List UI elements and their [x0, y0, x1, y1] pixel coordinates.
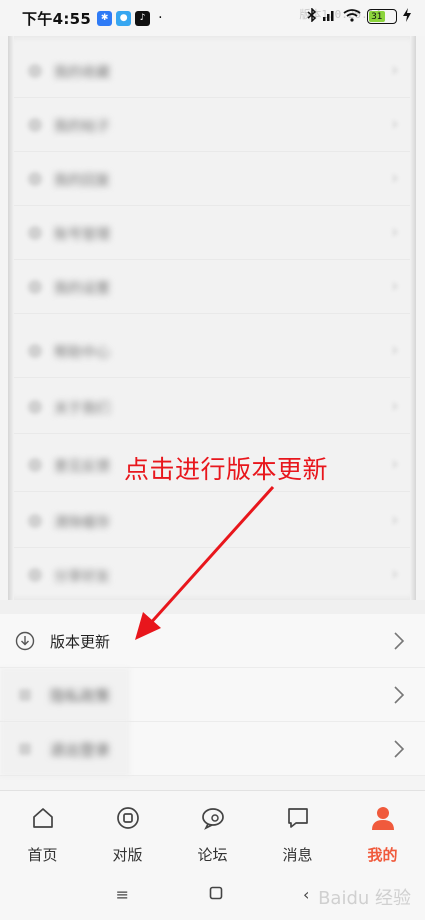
blurred-menu-item[interactable]: 我的帖子 ›	[14, 98, 410, 152]
shield-icon	[15, 685, 35, 705]
blurred-menu-item[interactable]: 关于我们 ›	[14, 380, 410, 434]
chevron-right-icon: ›	[391, 114, 398, 133]
version-update-row[interactable]: 版本更新	[0, 614, 425, 668]
tab-forum[interactable]: 论坛	[170, 791, 255, 868]
status-right: 31	[307, 7, 411, 25]
panel-edge-right	[410, 36, 416, 600]
tab-forum-label: 论坛	[197, 846, 228, 864]
blurred-item-icon	[28, 344, 42, 358]
blurred-item-icon	[28, 172, 42, 186]
signal-icon	[323, 9, 337, 24]
bluetooth-icon	[307, 7, 317, 25]
blurred-menu-panel: 我的收藏 › 我的帖子 › 我的回复 › 账号管理 › 我的设置 › 帮助中心 …	[8, 36, 416, 600]
blurred-item-icon	[28, 458, 42, 472]
status-time: 下午4:55	[22, 9, 92, 28]
blurred-menu-item[interactable]: 分享好友 ›	[14, 548, 410, 602]
blurred-menu-item[interactable]: 清除缓存 ›	[14, 494, 410, 548]
tab-mine[interactable]: 我的	[340, 791, 425, 868]
tab-home-label: 首页	[27, 846, 58, 864]
chevron-right-icon: ›	[391, 168, 398, 187]
circle-square-icon	[115, 805, 141, 835]
blurred-item-icon	[28, 400, 42, 414]
blurred-item-icon	[28, 118, 42, 132]
status-bar: 下午4:55 ✱ ● ♪ · 版本1.0.20.14 31	[0, 0, 425, 36]
chevron-right-icon: ›	[391, 564, 398, 583]
chevron-right-icon: ›	[391, 222, 398, 241]
tab-messages-label: 消息	[282, 846, 313, 864]
bottom-tab-bar: 首页 对版 论坛 消息 我的	[0, 790, 425, 868]
message-icon	[285, 805, 311, 835]
blurred-item-label: 关于我们	[54, 401, 110, 417]
download-circle-icon	[15, 631, 35, 651]
version-update-label: 版本更新	[50, 633, 111, 651]
blurred-item-label: 我的回复	[54, 173, 110, 189]
blurred-item-icon	[28, 514, 42, 528]
blurred-item-label: 账号管理	[54, 227, 110, 243]
blurred-item-icon	[28, 226, 42, 240]
blurred-menu-item[interactable]: 账号管理 ›	[14, 206, 410, 260]
chevron-right-icon: ›	[391, 454, 398, 473]
tab-mine-label: 我的	[367, 846, 398, 864]
tab-duiban-label: 对版	[112, 846, 143, 864]
blurred-item-label: 我的帖子	[54, 119, 110, 135]
tab-duiban[interactable]: 对版	[85, 791, 170, 868]
home-button-icon[interactable]	[209, 885, 223, 904]
chevron-right-icon	[393, 740, 405, 758]
chevron-right-icon: ›	[391, 510, 398, 529]
blurred-item-icon	[28, 280, 42, 294]
chevron-right-icon	[393, 632, 405, 650]
blurred-menu-item[interactable]: 我的回复 ›	[14, 152, 410, 206]
blurred-menu-item[interactable]: 我的收藏 ›	[14, 44, 410, 98]
more-notifications-icon: ·	[158, 10, 163, 26]
menu-icon[interactable]: ≡	[116, 885, 129, 904]
home-icon	[30, 805, 56, 835]
chevron-right-icon: ›	[391, 60, 398, 79]
logout-label: 退出登录	[50, 741, 111, 759]
blurred-menu-item[interactable]: 帮助中心 ›	[14, 324, 410, 378]
privacy-row[interactable]: 隐私政策	[0, 668, 425, 722]
blurred-item-label: 帮助中心	[54, 345, 110, 361]
blurred-item-label: 我的设置	[54, 281, 110, 297]
logout-icon	[15, 739, 35, 759]
chat-app-icon: ●	[116, 10, 132, 26]
blurred-item-label: 我的收藏	[54, 65, 110, 81]
chat-bubble-icon	[200, 805, 226, 835]
battery-level: 31	[369, 11, 385, 22]
blurred-item-label: 分享好友	[54, 569, 110, 585]
settings-list: 版本更新 隐私政策 退出登录	[0, 614, 425, 776]
back-icon[interactable]: ‹	[303, 885, 309, 904]
tab-messages[interactable]: 消息	[255, 791, 340, 868]
privacy-label: 隐私政策	[50, 687, 111, 705]
chevron-right-icon: ›	[391, 276, 398, 295]
tab-home[interactable]: 首页	[0, 791, 85, 868]
watermark: Baidu 经验	[318, 888, 411, 909]
chevron-right-icon: ›	[391, 340, 398, 359]
charging-icon	[403, 8, 411, 25]
chevron-right-icon	[393, 686, 405, 704]
chevron-right-icon: ›	[391, 396, 398, 415]
bluetooth-app-icon: ✱	[97, 10, 113, 26]
blurred-item-icon	[28, 64, 42, 78]
blurred-item-label: 意见反馈	[54, 459, 110, 475]
blurred-item-icon	[28, 568, 42, 582]
wifi-icon	[343, 8, 361, 25]
logout-row[interactable]: 退出登录	[0, 722, 425, 776]
battery-icon: 31	[367, 9, 397, 24]
tiktok-app-icon: ♪	[135, 10, 151, 26]
annotation-text: 点击进行版本更新	[124, 455, 329, 484]
section-separator	[0, 600, 425, 614]
blurred-item-label: 清除缓存	[54, 515, 110, 531]
person-icon	[370, 805, 396, 835]
blurred-menu-item[interactable]: 我的设置 ›	[14, 260, 410, 314]
